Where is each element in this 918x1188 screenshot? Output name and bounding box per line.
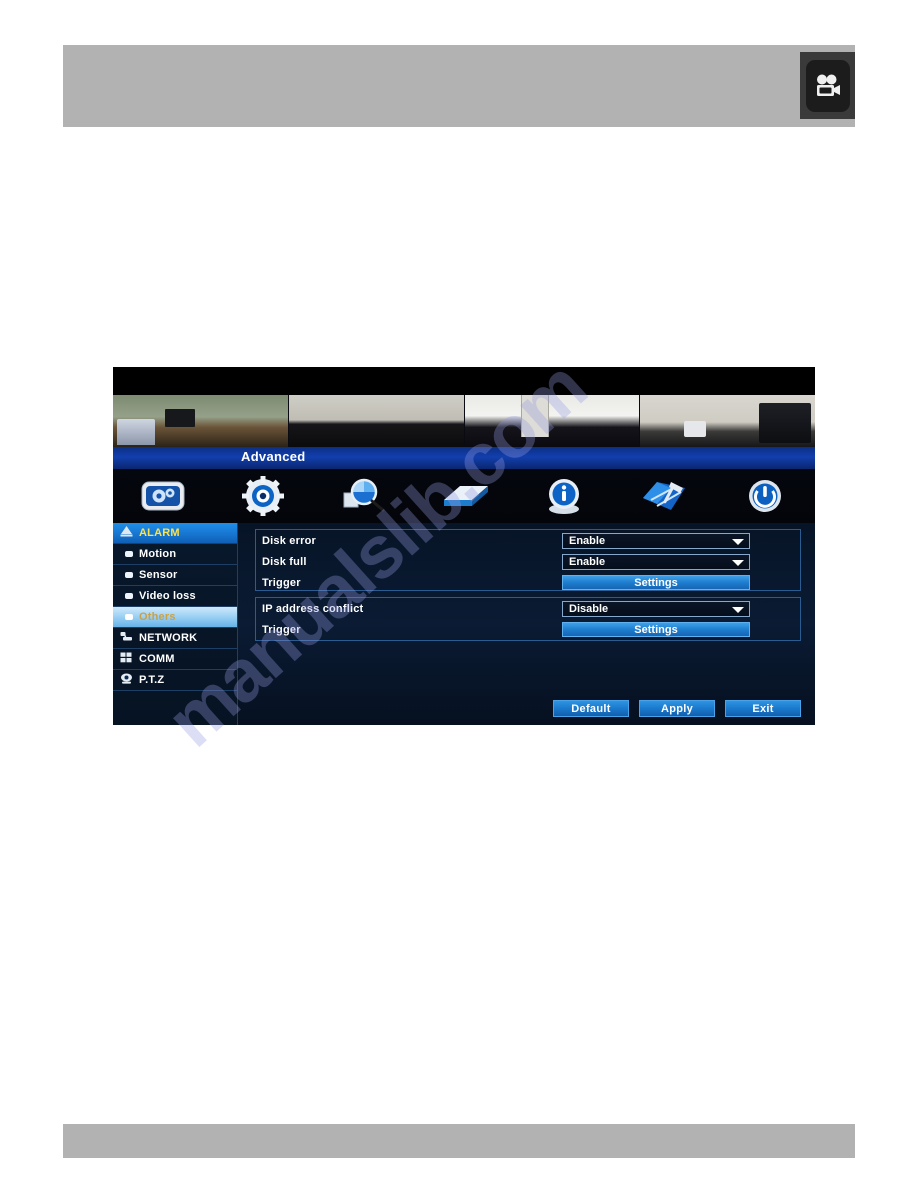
dropdown-value: Enable: [569, 534, 606, 547]
disk-error-dropdown[interactable]: Enable: [562, 532, 750, 549]
exit-button[interactable]: Exit: [725, 700, 801, 717]
sidebar-item-label: NETWORK: [139, 632, 198, 644]
dropdown-value: Enable: [569, 555, 606, 568]
sidebar-item-label: COMM: [139, 653, 175, 665]
camera-view-4[interactable]: [640, 395, 815, 447]
sidebar-item-others[interactable]: Others: [113, 607, 237, 628]
sidebar-item-label: ALARM: [139, 527, 180, 539]
information-icon[interactable]: [514, 469, 614, 523]
search-magnifier-icon[interactable]: [314, 469, 414, 523]
ptz-icon: [120, 673, 133, 687]
dvr-action-buttons: Default Apply Exit: [553, 700, 801, 717]
camera-view-2[interactable]: [288, 395, 465, 447]
dvr-toolbar: [113, 469, 815, 523]
comm-icon: [120, 652, 133, 666]
row-ip-trigger: Trigger Settings: [256, 619, 800, 640]
record-gear-icon[interactable]: [213, 469, 313, 523]
default-button[interactable]: Default: [553, 700, 629, 717]
bullet-icon: [125, 614, 133, 620]
row-disk-trigger: Trigger Settings: [256, 572, 800, 593]
ip-conflict-dropdown[interactable]: Disable: [562, 600, 750, 617]
sidebar-filler: [113, 691, 237, 725]
sidebar-item-sensor[interactable]: Sensor: [113, 565, 237, 586]
sidebar-item-label: Video loss: [139, 590, 196, 602]
disk-trigger-settings-button[interactable]: Settings: [562, 575, 750, 590]
sidebar-item-ptz[interactable]: P.T.Z: [113, 670, 237, 691]
ip-trigger-settings-button[interactable]: Settings: [562, 622, 750, 637]
bullet-icon: [125, 593, 133, 599]
movie-camera-icon: [805, 59, 850, 112]
sidebar-item-video-loss[interactable]: Video loss: [113, 586, 237, 607]
row-label: IP address conflict: [262, 602, 364, 615]
advanced-title-bar: Advanced: [113, 447, 815, 469]
apply-button[interactable]: Apply: [639, 700, 715, 717]
sidebar-item-label: P.T.Z: [139, 674, 165, 686]
page-title: Advanced: [241, 449, 306, 464]
power-icon[interactable]: [715, 469, 815, 523]
network-icon: [120, 631, 133, 645]
sidebar-item-motion[interactable]: Motion: [113, 544, 237, 565]
display-settings-icon[interactable]: [113, 469, 213, 523]
ip-settings-group: IP address conflict Disable Trigger Sett…: [255, 597, 801, 641]
page-footer-bar: [63, 1124, 855, 1158]
hard-disk-icon[interactable]: [414, 469, 514, 523]
sidebar-item-label: Motion: [139, 548, 177, 560]
sidebar-item-comm[interactable]: COMM: [113, 649, 237, 670]
row-disk-error: Disk error Enable: [256, 530, 800, 551]
camera-view-grid: [113, 395, 815, 447]
sidebar-item-network[interactable]: NETWORK: [113, 628, 237, 649]
dvr-sidebar: ALARM Motion Sensor Video loss Others NE…: [113, 523, 238, 725]
sidebar-item-label: Sensor: [139, 569, 178, 581]
page-header-bar: [63, 45, 855, 127]
bullet-icon: [125, 572, 133, 578]
alarm-icon: [120, 526, 133, 540]
camera-view-1[interactable]: [113, 395, 289, 447]
row-disk-full: Disk full Enable: [256, 551, 800, 572]
chevron-down-icon: [732, 606, 744, 613]
dvr-screenshot-photo: Advanced ALARM Motion Sensor Video loss …: [113, 367, 815, 725]
movie-camera-button[interactable]: [800, 52, 855, 119]
bullet-icon: [125, 551, 133, 557]
camera-view-3[interactable]: [464, 395, 641, 447]
movie-camera-glyph: [816, 74, 840, 96]
dropdown-value: Disable: [569, 602, 609, 615]
dvr-body: ALARM Motion Sensor Video loss Others NE…: [113, 523, 815, 725]
row-label: Disk error: [262, 534, 316, 547]
tools-icon[interactable]: [614, 469, 714, 523]
disk-settings-group: Disk error Enable Disk full Enable Trigg…: [255, 529, 801, 591]
chevron-down-icon: [732, 559, 744, 566]
row-ip-conflict: IP address conflict Disable: [256, 598, 800, 619]
row-label: Disk full: [262, 555, 307, 568]
disk-full-dropdown[interactable]: Enable: [562, 553, 750, 570]
sidebar-item-alarm[interactable]: ALARM: [113, 523, 237, 544]
dvr-settings-panel: Disk error Enable Disk full Enable Trigg…: [237, 523, 815, 725]
sidebar-item-label: Others: [139, 611, 176, 623]
chevron-down-icon: [732, 538, 744, 545]
row-label: Trigger: [262, 623, 301, 636]
row-label: Trigger: [262, 576, 301, 589]
